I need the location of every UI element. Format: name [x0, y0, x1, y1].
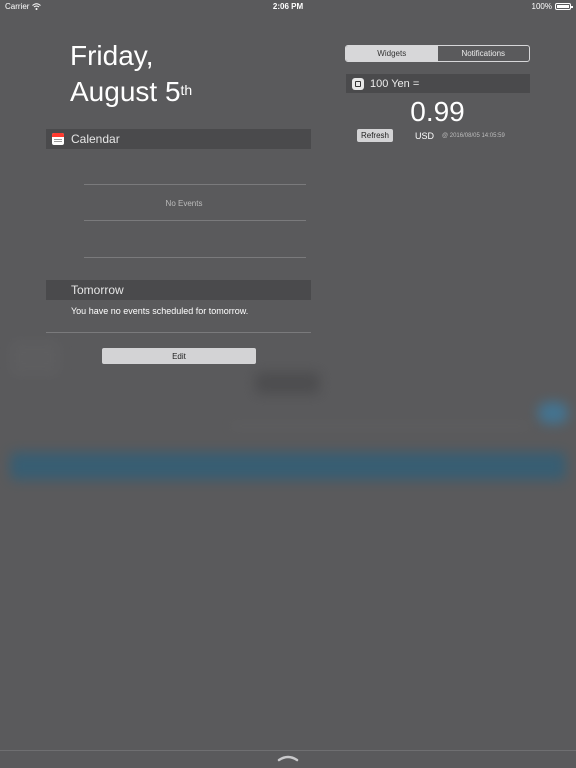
date-month-day: August 5 — [70, 76, 181, 107]
background-blur-shape — [255, 372, 320, 394]
tomorrow-header: Tomorrow — [46, 280, 311, 300]
currency-widget-title: 100 Yen = — [370, 77, 420, 90]
currency-widget-header[interactable]: 100 Yen = — [346, 74, 530, 93]
calendar-divider — [84, 184, 306, 185]
tomorrow-divider — [46, 332, 311, 333]
date-weekday: Friday, — [70, 40, 154, 71]
tab-widgets[interactable]: Widgets — [346, 46, 438, 61]
status-bar: Carrier 2:06 PM 100% — [0, 0, 576, 14]
tomorrow-message: You have no events scheduled for tomorro… — [71, 306, 249, 316]
calendar-widget-title: Calendar — [71, 132, 120, 146]
refresh-button[interactable]: Refresh — [357, 129, 393, 142]
date-ordinal: th — [180, 82, 193, 98]
date-header: Friday, August 5th — [70, 38, 192, 110]
bottom-divider — [0, 750, 576, 751]
view-segmented-control: Widgets Notifications — [345, 45, 530, 62]
date-day: August 5th — [70, 74, 192, 110]
background-blur-shape — [10, 340, 60, 376]
tomorrow-title: Tomorrow — [71, 283, 124, 297]
currency-code: USD — [415, 131, 435, 141]
tab-notifications[interactable]: Notifications — [438, 46, 530, 61]
converted-value: 0.99 — [410, 96, 465, 127]
no-events-label: No Events — [165, 199, 203, 208]
battery-icon — [555, 3, 573, 10]
battery-percent: 100% — [531, 2, 552, 11]
status-time: 2:06 PM — [272, 2, 304, 11]
edit-button[interactable]: Edit — [102, 348, 256, 364]
background-blur-dot — [538, 402, 568, 424]
calendar-divider — [84, 220, 306, 221]
calendar-divider — [84, 257, 306, 258]
background-blur-bar — [10, 452, 566, 480]
background-blur-line — [230, 425, 530, 427]
calendar-app-icon — [52, 133, 64, 145]
battery-info: 100% — [531, 2, 573, 11]
chevron-handle-icon[interactable] — [277, 754, 299, 762]
currency-app-icon — [352, 77, 364, 90]
last-updated-timestamp: @ 2016/08/05 14:05:59 — [442, 133, 505, 139]
calendar-widget-header[interactable]: Calendar — [46, 129, 311, 149]
